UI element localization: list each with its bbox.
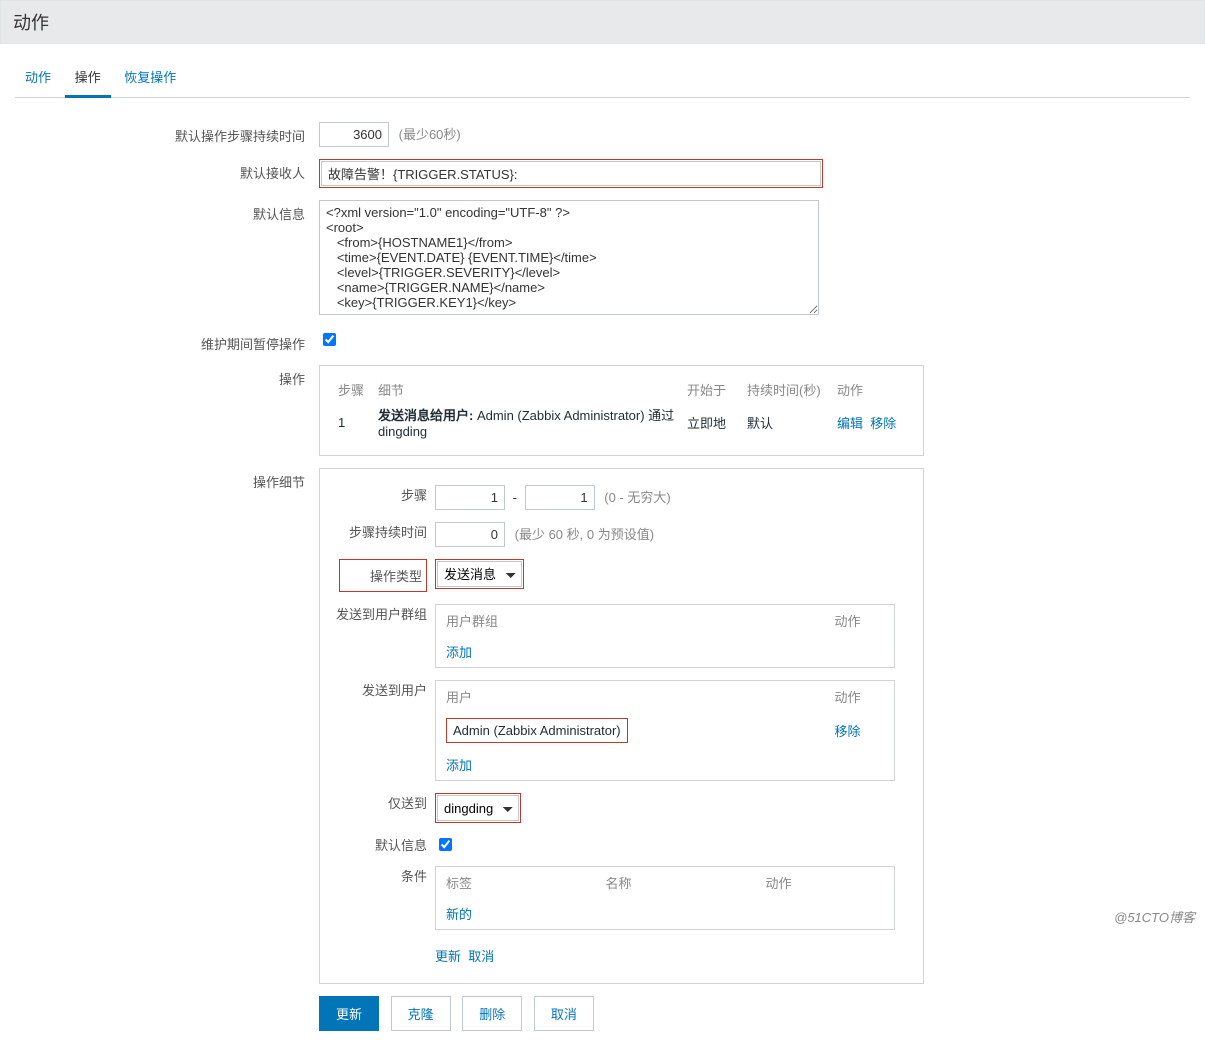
content-area: 动作 操作 恢复操作 默认操作步骤持续时间 (最少60秒) 默认接收人 — [0, 44, 1205, 1062]
th-action: 动作 — [831, 376, 911, 401]
operations-form: 默认操作步骤持续时间 (最少60秒) 默认接收人 默认信息 — [15, 116, 928, 1037]
label-only-to: 仅送到 — [388, 796, 427, 811]
checkbox-pause-maintenance[interactable] — [323, 333, 336, 346]
highlight-op-type-select: 发送消息 — [435, 559, 524, 589]
th-start: 开始于 — [681, 376, 741, 401]
op-detail: 发送消息给用户: Admin (Zabbix Administrator) 通过… — [372, 401, 681, 443]
op-detail-prefix: 发送消息给用户: — [378, 408, 473, 423]
user-row: Admin (Zabbix Administrator) 移除 — [436, 712, 895, 749]
page-title: 动作 — [13, 13, 49, 33]
user-add-link[interactable]: 添加 — [446, 758, 472, 773]
input-default-step-duration[interactable] — [319, 122, 389, 147]
th-steps: 步骤 — [332, 376, 372, 401]
select-op-type[interactable]: 发送消息 — [437, 561, 522, 587]
label-conditions: 条件 — [401, 869, 427, 884]
clone-button[interactable]: 克隆 — [391, 996, 451, 1031]
op-detail-table: 步骤 - (0 - 无穷大) — [332, 479, 911, 971]
label-op-detail: 操作细节 — [253, 475, 305, 490]
op-remove-link[interactable]: 移除 — [870, 416, 896, 431]
label-default-recipient: 默认接收人 — [240, 166, 305, 181]
operations-table: 步骤 细节 开始于 持续时间(秒) 动作 1 — [332, 376, 911, 443]
users-table: 用户 动作 — [435, 680, 895, 781]
operation-row: 1 发送消息给用户: Admin (Zabbix Administrator) … — [332, 401, 911, 443]
label-step-duration: 步骤持续时间 — [349, 525, 427, 540]
dash: - — [513, 490, 517, 505]
user-remove-link[interactable]: 移除 — [835, 724, 861, 739]
tabs: 动作 操作 恢复操作 — [15, 59, 1190, 98]
label-step: 步骤 — [401, 488, 427, 503]
watermark: @51CTO博客 — [1114, 907, 1195, 926]
hint-step-duration: (最少 60 秒, 0 为预设值) — [515, 527, 654, 542]
select-only-to[interactable]: dingding — [437, 795, 519, 821]
op-step: 1 — [332, 401, 372, 443]
page-heading: 动作 — [0, 0, 1205, 44]
cond-new-link[interactable]: 新的 — [446, 907, 472, 922]
highlight-only-to: dingding — [435, 793, 521, 823]
label-detail-default-msg: 默认信息 — [375, 838, 427, 853]
detail-cancel-link[interactable]: 取消 — [468, 949, 494, 964]
label-default-step-duration: 默认操作步骤持续时间 — [175, 129, 305, 144]
detail-update-link[interactable]: 更新 — [435, 949, 461, 964]
conditions-table: 标签 名称 动作 新的 — [435, 866, 895, 930]
update-button[interactable]: 更新 — [319, 996, 379, 1031]
th-cond-tag: 标签 — [436, 867, 596, 899]
textarea-default-message[interactable] — [319, 200, 819, 315]
groups-table: 用户群组 动作 添加 — [435, 604, 895, 668]
input-step-duration[interactable] — [435, 522, 505, 547]
input-step-to[interactable] — [525, 485, 595, 510]
th-user-action: 动作 — [825, 681, 895, 713]
label-operations: 操作 — [279, 372, 305, 387]
op-duration: 默认 — [741, 401, 831, 443]
label-op-type: 操作类型 — [370, 569, 422, 584]
th-details: 细节 — [372, 376, 681, 401]
input-default-recipient[interactable] — [321, 161, 821, 186]
highlight-op-type-label: 操作类型 — [339, 559, 427, 592]
label-pause-maintenance: 维护期间暂停操作 — [201, 337, 305, 352]
user-name: Admin (Zabbix Administrator) — [453, 723, 621, 738]
label-default-message: 默认信息 — [253, 207, 305, 222]
op-edit-link[interactable]: 编辑 — [837, 416, 863, 431]
checkbox-detail-default-msg[interactable] — [439, 838, 452, 851]
th-cond-action: 动作 — [756, 867, 895, 899]
th-group: 用户群组 — [436, 605, 825, 637]
label-send-groups: 发送到用户群组 — [336, 607, 427, 622]
label-send-users: 发送到用户 — [362, 683, 427, 698]
hint-step: (0 - 无穷大) — [604, 490, 670, 505]
tab-recovery[interactable]: 恢复操作 — [114, 59, 186, 95]
tab-operations[interactable]: 操作 — [65, 59, 111, 98]
hint-default-step-duration: (最少60秒) — [399, 127, 461, 142]
highlight-default-recipient — [319, 159, 823, 188]
highlight-user: Admin (Zabbix Administrator) — [446, 718, 628, 743]
tab-action[interactable]: 动作 — [15, 59, 61, 95]
operations-list-box: 步骤 细节 开始于 持续时间(秒) 动作 1 — [319, 365, 924, 456]
th-duration: 持续时间(秒) — [741, 376, 831, 401]
op-start: 立即地 — [681, 401, 741, 443]
op-detail-box: 步骤 - (0 - 无穷大) — [319, 468, 924, 984]
th-group-action: 动作 — [825, 605, 895, 637]
delete-button[interactable]: 删除 — [462, 996, 522, 1031]
cancel-button[interactable]: 取消 — [534, 996, 594, 1031]
th-user: 用户 — [436, 681, 825, 713]
input-step-from[interactable] — [435, 485, 505, 510]
th-cond-name: 名称 — [596, 867, 756, 899]
group-add-link[interactable]: 添加 — [446, 645, 472, 660]
